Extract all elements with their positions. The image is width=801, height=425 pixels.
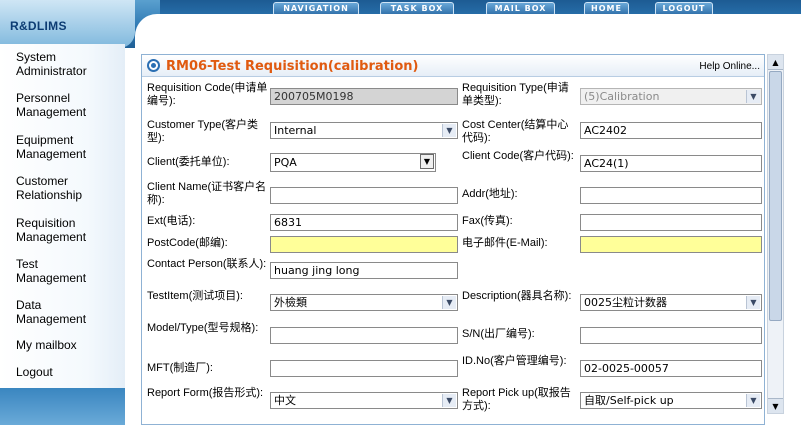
chevron-down-icon: ▼ (442, 296, 456, 309)
chevron-down-icon: ▼ (420, 154, 434, 169)
sn-field[interactable] (580, 327, 762, 344)
requisition-type-value: (5)Calibration (584, 90, 660, 103)
sidebar-item-data-management[interactable]: Data Management (0, 292, 125, 331)
chevron-down-icon: ▼ (746, 90, 760, 103)
model-type-field[interactable] (270, 327, 458, 344)
page-title: RM06-Test Requisition(calibration) (166, 59, 419, 74)
requisition-type-select[interactable]: (5)Calibration ▼ (580, 88, 762, 105)
idno-label: ID.No(客户管理编号): (462, 355, 567, 367)
sidebar-item-system-administrator[interactable]: System Administrator (0, 44, 125, 83)
client-code-field[interactable]: AC24(1) (580, 155, 762, 172)
requisition-code-field[interactable]: 200705M0198 (270, 88, 458, 105)
customer-type-value: Internal (274, 124, 317, 137)
client-label: Client(委托单位): (147, 156, 230, 168)
model-type-label: Model/Type(型号规格): (147, 322, 259, 334)
addr-label: Addr(地址): (462, 188, 518, 200)
help-online-link[interactable]: Help Online... (699, 61, 760, 72)
chevron-down-icon: ▼ (442, 124, 456, 137)
panel-scrollbar[interactable]: ▲ ▼ (767, 54, 784, 414)
scroll-down-arrow-icon[interactable]: ▼ (768, 398, 783, 413)
cost-center-label: Cost Center(结算中心代码): (462, 119, 569, 144)
requisition-type-label: Requisition Type(申请单类型): (462, 82, 569, 107)
contact-person-label: Contact Person(联系人): (147, 258, 267, 270)
report-form-value: 中文 (274, 394, 296, 407)
description-value: 0025尘粒计数器 (584, 296, 667, 309)
report-pickup-value: 自取/Self-pick up (584, 394, 674, 407)
header-curve (135, 14, 801, 48)
description-select[interactable]: 0025尘粒计数器 ▼ (580, 294, 762, 311)
scroll-thumb[interactable] (769, 71, 782, 321)
circle-icon (147, 59, 160, 72)
requisition-panel: RM06-Test Requisition(calibration) Help … (141, 54, 765, 425)
sidebar: System Administrator Personnel Managemen… (0, 44, 125, 425)
contact-person-field[interactable]: huang jing long (270, 262, 458, 279)
requisition-code-label: Requisition Code(申请单编号): (147, 82, 268, 107)
report-pickup-label: Report Pick up(取报告方式): (462, 387, 571, 412)
logo: R&DLIMS (0, 0, 135, 48)
email-field[interactable] (580, 236, 762, 253)
sidebar-item-my-mailbox[interactable]: My mailbox (0, 332, 125, 358)
ext-field[interactable]: 6831 (270, 214, 458, 231)
logo-text: R&DLIMS (10, 19, 67, 33)
mft-field[interactable] (270, 360, 458, 377)
customer-type-select[interactable]: Internal ▼ (270, 122, 458, 139)
postcode-label: PostCode(邮编): (147, 237, 228, 249)
scroll-up-arrow-icon[interactable]: ▲ (768, 55, 783, 70)
chevron-down-icon: ▼ (442, 394, 456, 407)
sidebar-item-requisition-management[interactable]: Requisition Management (0, 210, 125, 249)
report-form-select[interactable]: 中文 ▼ (270, 392, 458, 409)
sidebar-item-personnel-management[interactable]: Personnel Management (0, 85, 125, 124)
testitem-value: 外檢類 (274, 296, 307, 309)
sidebar-footer (0, 388, 125, 425)
chevron-down-icon: ▼ (746, 296, 760, 309)
testitem-select[interactable]: 外檢類 ▼ (270, 294, 458, 311)
sidebar-item-equipment-management[interactable]: Equipment Management (0, 127, 125, 166)
panel-title-bar: RM06-Test Requisition(calibration) Help … (142, 55, 764, 77)
email-label: 电子邮件(E-Mail): (462, 237, 548, 249)
addr-field[interactable] (580, 187, 762, 204)
client-select[interactable]: PQA ▼ (270, 153, 436, 172)
customer-type-label: Customer Type(客户类型): (147, 119, 259, 144)
postcode-field[interactable] (270, 236, 458, 253)
ext-label: Ext(电话): (147, 215, 196, 227)
fax-field[interactable] (580, 214, 762, 231)
report-form-label: Report Form(报告形式): (147, 387, 264, 399)
sn-label: S/N(出厂编号): (462, 328, 535, 340)
description-label: Description(器具名称): (462, 290, 572, 302)
chevron-down-icon: ▼ (746, 394, 760, 407)
mft-label: MFT(制造厂): (147, 362, 213, 374)
report-pickup-select[interactable]: 自取/Self-pick up ▼ (580, 392, 762, 409)
fax-label: Fax(传真): (462, 215, 513, 227)
sidebar-item-customer-relationship[interactable]: Customer Relationship (0, 168, 125, 207)
cost-center-field[interactable]: AC2402 (580, 122, 762, 139)
client-name-label: Client Name(证书客户名称): (147, 181, 267, 206)
sidebar-item-logout[interactable]: Logout (0, 359, 125, 385)
testitem-label: TestItem(测试项目): (147, 290, 243, 302)
client-name-field[interactable] (270, 187, 458, 204)
sidebar-item-test-management[interactable]: Test Management (0, 251, 125, 290)
client-value: PQA (274, 156, 297, 169)
client-code-label: Client Code(客户代码): (462, 150, 574, 162)
idno-field[interactable]: 02-0025-00057 (580, 360, 762, 377)
